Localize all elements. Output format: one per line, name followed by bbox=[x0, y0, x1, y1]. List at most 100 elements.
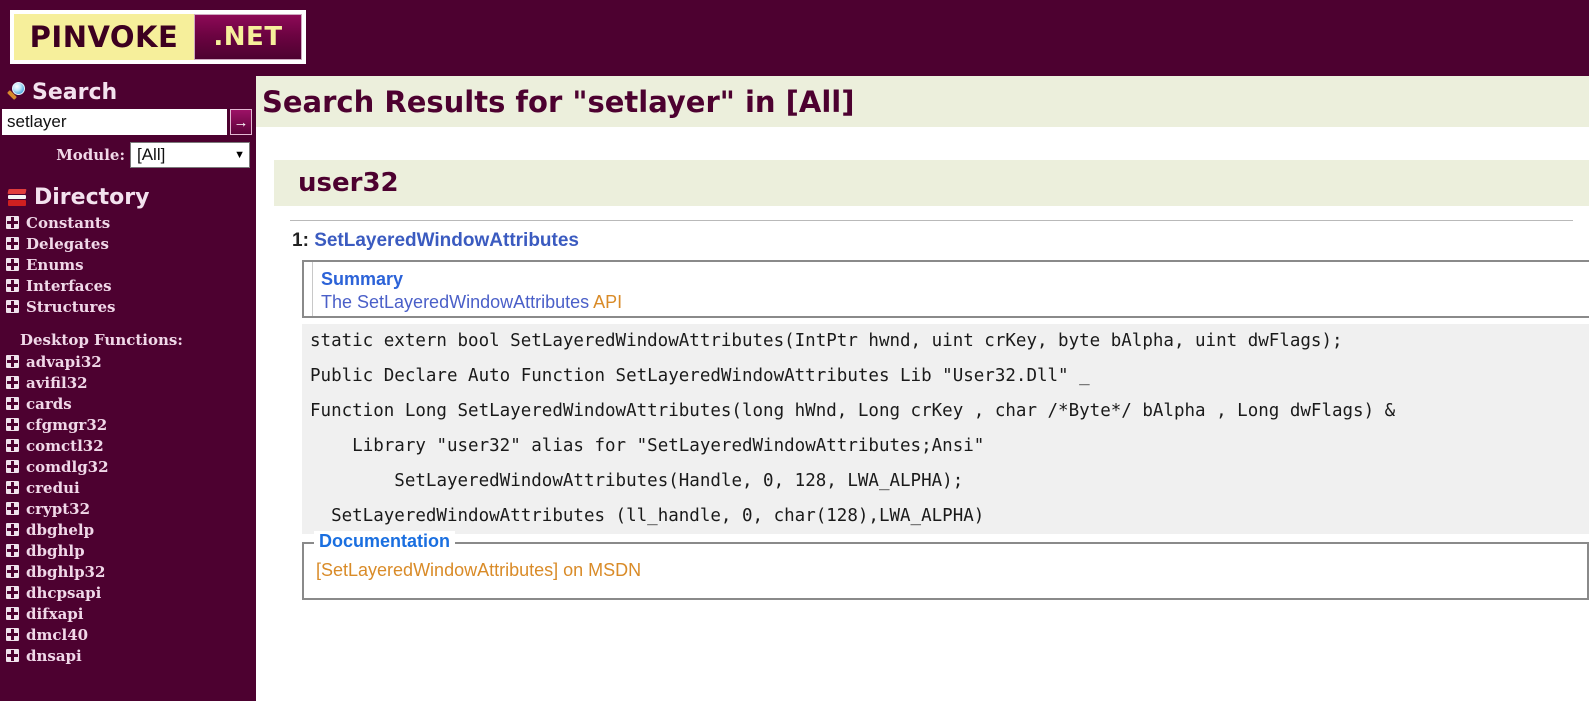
documentation-fieldset: Documentation [SetLayeredWindowAttribute… bbox=[302, 531, 1589, 600]
summary-text-prefix: The SetLayeredWindowAttributes bbox=[321, 292, 594, 312]
logo-net-badge: .NET bbox=[194, 14, 302, 60]
logo-text-net: .NET bbox=[213, 22, 283, 52]
sidebar-item-cards[interactable]: cards bbox=[6, 393, 256, 414]
directory-type-list: Constants Delegates Enums Interfaces Str… bbox=[0, 212, 256, 666]
expand-plus-icon bbox=[6, 376, 19, 389]
page-root: PINVOKE .NET Search → Module: [All] ▼ bbox=[0, 0, 1589, 701]
expand-plus-icon bbox=[6, 397, 19, 410]
module-filter-row: Module: [All] ▼ bbox=[0, 142, 256, 168]
sidebar-item-label: cards bbox=[26, 394, 72, 413]
module-select[interactable]: [All] ▼ bbox=[130, 142, 250, 168]
sidebar-item-label: comctl32 bbox=[26, 436, 104, 455]
sidebar-item-label: dmcl40 bbox=[26, 625, 89, 644]
sidebar-item-label: Constants bbox=[26, 213, 111, 232]
summary-legend: Summary bbox=[321, 269, 404, 289]
expand-plus-icon bbox=[6, 628, 19, 641]
sidebar-directory-heading: Directory bbox=[34, 185, 150, 210]
sidebar-item-label: Delegates bbox=[26, 234, 109, 253]
code-line: SetLayeredWindowAttributes(Handle, 0, 12… bbox=[302, 464, 1589, 499]
sidebar-item-label: crypt32 bbox=[26, 499, 91, 518]
sidebar-item-cfgmgr32[interactable]: cfgmgr32 bbox=[6, 414, 256, 435]
page-title: Search Results for "setlayer" in [All] bbox=[262, 84, 855, 119]
top-banner: PINVOKE .NET bbox=[0, 0, 1589, 76]
expand-plus-icon bbox=[6, 418, 19, 431]
sidebar-item-label: comdlg32 bbox=[26, 457, 109, 476]
sidebar-item-constants[interactable]: Constants bbox=[6, 212, 256, 233]
sidebar: Search → Module: [All] ▼ Directory bbox=[0, 76, 256, 701]
logo-text-pinvoke: PINVOKE bbox=[29, 20, 179, 54]
summary-text: The SetLayeredWindowAttributes API bbox=[321, 290, 1589, 314]
expand-plus-icon bbox=[6, 523, 19, 536]
sidebar-item-difxapi[interactable]: difxapi bbox=[6, 603, 256, 624]
sidebar-item-label: dnsapi bbox=[26, 646, 82, 665]
summary-text-api: API bbox=[593, 292, 623, 312]
sidebar-item-comctl32[interactable]: comctl32 bbox=[6, 435, 256, 456]
logo-wordmark: PINVOKE bbox=[14, 14, 194, 60]
sidebar-item-label: Structures bbox=[26, 297, 116, 316]
search-submit-button[interactable]: → bbox=[230, 109, 252, 135]
expand-plus-icon bbox=[6, 649, 19, 662]
module-section-header: user32 bbox=[274, 160, 1589, 206]
sidebar-item-dhcpsapi[interactable]: dhcpsapi bbox=[6, 582, 256, 603]
expand-plus-icon bbox=[6, 279, 19, 292]
code-line: Function Long SetLayeredWindowAttributes… bbox=[302, 394, 1589, 429]
result-item-header: 1: SetLayeredWindowAttributes bbox=[274, 221, 1589, 256]
result-function-link[interactable]: SetLayeredWindowAttributes bbox=[314, 230, 579, 251]
sidebar-item-dbghlp32[interactable]: dbghlp32 bbox=[6, 561, 256, 582]
expand-plus-icon bbox=[6, 586, 19, 599]
sidebar-item-dnsapi[interactable]: dnsapi bbox=[6, 645, 256, 666]
books-icon bbox=[6, 187, 30, 209]
sidebar-item-dbghelp[interactable]: dbghelp bbox=[6, 519, 256, 540]
sidebar-item-interfaces[interactable]: Interfaces bbox=[6, 275, 256, 296]
module-select-value: [All] bbox=[137, 145, 166, 164]
sidebar-item-label: Interfaces bbox=[26, 276, 112, 295]
sidebar-item-label: dbghlp32 bbox=[26, 562, 106, 581]
sidebar-item-credui[interactable]: credui bbox=[6, 477, 256, 498]
sidebar-item-label: dbghelp bbox=[26, 520, 95, 539]
magnifier-icon bbox=[6, 81, 28, 104]
expand-plus-icon bbox=[6, 258, 19, 271]
expand-plus-icon bbox=[6, 460, 19, 473]
expand-plus-icon bbox=[6, 607, 19, 620]
module-section-title: user32 bbox=[298, 168, 399, 198]
arrow-right-icon: → bbox=[233, 113, 249, 131]
sidebar-item-label: dhcpsapi bbox=[26, 583, 102, 602]
documentation-msdn-link[interactable]: [SetLayeredWindowAttributes] on MSDN bbox=[304, 544, 1587, 581]
expand-plus-icon bbox=[6, 481, 19, 494]
sidebar-search-header: Search bbox=[0, 76, 256, 107]
sidebar-item-dmcl40[interactable]: dmcl40 bbox=[6, 624, 256, 645]
expand-plus-icon bbox=[6, 237, 19, 250]
sidebar-item-structures[interactable]: Structures bbox=[6, 296, 256, 317]
site-logo[interactable]: PINVOKE .NET bbox=[10, 10, 306, 64]
page-title-band: Search Results for "setlayer" in [All] bbox=[256, 76, 1589, 128]
sidebar-item-delegates[interactable]: Delegates bbox=[6, 233, 256, 254]
title-spacer bbox=[256, 128, 1589, 160]
code-line: Public Declare Auto Function SetLayeredW… bbox=[302, 359, 1589, 394]
sidebar-item-comdlg32[interactable]: comdlg32 bbox=[6, 456, 256, 477]
expand-plus-icon bbox=[6, 216, 19, 229]
sidebar-item-enums[interactable]: Enums bbox=[6, 254, 256, 275]
sidebar-item-avifil32[interactable]: avifil32 bbox=[6, 372, 256, 393]
results-list: 1: SetLayeredWindowAttributes Summary Th… bbox=[256, 220, 1589, 600]
main-content: Search Results for "setlayer" in [All] u… bbox=[256, 76, 1589, 701]
sidebar-item-dbghlp[interactable]: dbghlp bbox=[6, 540, 256, 561]
search-input[interactable] bbox=[2, 109, 227, 135]
expand-plus-icon bbox=[6, 439, 19, 452]
summary-fieldset: Summary The SetLayeredWindowAttributes A… bbox=[302, 260, 1589, 318]
module-label: Module: bbox=[56, 146, 125, 164]
expand-plus-icon bbox=[6, 502, 19, 515]
code-line: SetLayeredWindowAttributes (ll_handle, 0… bbox=[302, 499, 1589, 534]
sidebar-item-advapi32[interactable]: advapi32 bbox=[6, 351, 256, 372]
sidebar-item-label: avifil32 bbox=[26, 373, 88, 392]
result-index: 1: bbox=[292, 230, 309, 251]
sidebar-item-label: difxapi bbox=[26, 604, 84, 623]
summary-inner: Summary The SetLayeredWindowAttributes A… bbox=[312, 262, 1589, 316]
code-line: static extern bool SetLayeredWindowAttri… bbox=[302, 324, 1589, 359]
chevron-down-icon: ▼ bbox=[234, 149, 245, 161]
sidebar-item-label: Enums bbox=[26, 255, 84, 274]
sidebar-item-label: advapi32 bbox=[26, 352, 102, 371]
code-signature-list: static extern bool SetLayeredWindowAttri… bbox=[302, 324, 1589, 534]
sidebar-item-crypt32[interactable]: crypt32 bbox=[6, 498, 256, 519]
